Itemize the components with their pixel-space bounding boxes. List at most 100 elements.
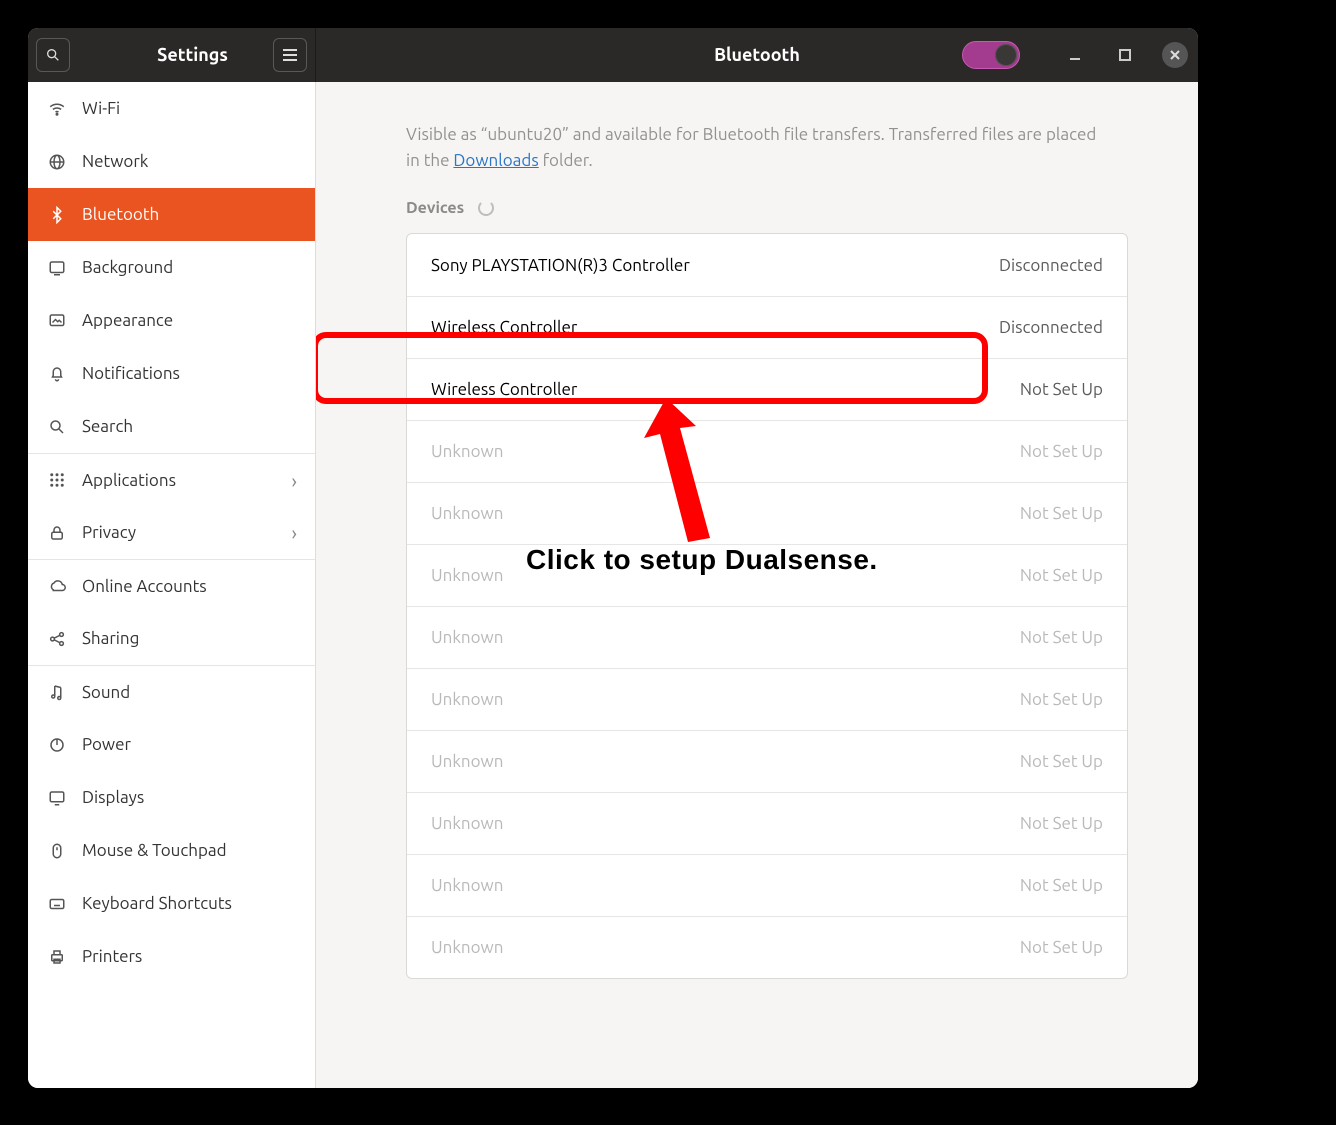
device-name: Unknown — [431, 504, 503, 523]
device-name: Unknown — [431, 752, 503, 771]
sidebar: Wi-FiNetwork Bluetooth Background Appearanc… — [28, 82, 316, 1088]
power-icon — [46, 736, 68, 754]
titlebar: Settings Bluetooth — [28, 28, 1198, 82]
device-status: Not Set Up — [1020, 504, 1103, 523]
sidebar-item-wifi[interactable]: Wi-Fi — [28, 82, 315, 135]
settings-window: Settings Bluetooth Wi — [28, 28, 1198, 1088]
network-icon — [46, 153, 68, 171]
sidebar-item-applications[interactable]: Applications› — [28, 453, 315, 506]
search-button[interactable] — [36, 38, 70, 72]
sidebar-item-sound[interactable]: Sound — [28, 665, 315, 718]
privacy-icon — [46, 524, 68, 542]
toggle-knob — [995, 44, 1017, 66]
sidebar-item-label: Mouse & Touchpad — [82, 841, 227, 860]
device-status: Not Set Up — [1020, 566, 1103, 585]
device-row[interactable]: UnknownNot Set Up — [407, 730, 1127, 792]
device-list: Sony PLAYSTATION(R)3 Controller Disconnec… — [406, 233, 1128, 979]
info-post: folder. — [539, 151, 593, 170]
device-status: Not Set Up — [1020, 442, 1103, 461]
sidebar-item-label: Sharing — [82, 629, 139, 648]
downloads-link[interactable]: Downloads — [453, 151, 538, 170]
sidebar-item-notifications[interactable]: Notifications — [28, 347, 315, 400]
sidebar-item-background[interactable]: Background — [28, 241, 315, 294]
sidebar-item-network[interactable]: Network — [28, 135, 315, 188]
appearance-icon — [46, 312, 68, 330]
device-row[interactable]: Unknown Not Set Up — [407, 420, 1127, 482]
device-name: Unknown — [431, 566, 503, 585]
device-name: Unknown — [431, 442, 503, 461]
wifi-icon — [46, 100, 68, 118]
displays-icon — [46, 789, 68, 807]
search-icon — [45, 47, 61, 63]
sidebar-item-sharing[interactable]: Sharing — [28, 612, 315, 665]
notifications-icon — [46, 365, 68, 383]
device-status: Not Set Up — [1020, 938, 1103, 957]
device-name: Unknown — [431, 690, 503, 709]
device-row[interactable]: UnknownNot Set Up — [407, 606, 1127, 668]
sidebar-item-label: Background — [82, 258, 173, 277]
maximize-icon — [1119, 49, 1131, 61]
chevron-right-icon: › — [291, 521, 297, 544]
device-name: Unknown — [431, 876, 503, 895]
device-name: Sony PLAYSTATION(R)3 Controller — [431, 256, 690, 275]
mouse-icon — [46, 842, 68, 860]
close-icon — [1169, 49, 1181, 61]
close-button[interactable] — [1162, 42, 1188, 68]
online-accounts-icon — [46, 577, 68, 595]
sidebar-item-label: Appearance — [82, 311, 173, 330]
body: Wi-FiNetwork Bluetooth Background Appearanc… — [28, 82, 1198, 1088]
sidebar-item-label: Bluetooth — [82, 205, 159, 224]
menu-icon — [282, 48, 298, 62]
sidebar-item-bluetooth[interactable]: Bluetooth — [28, 188, 315, 241]
device-row[interactable]: Unknown Not Set Up — [407, 544, 1127, 606]
sharing-icon — [46, 630, 68, 648]
sidebar-item-power[interactable]: Power — [28, 718, 315, 771]
maximize-button[interactable] — [1112, 42, 1138, 68]
sidebar-item-online-accounts[interactable]: Online Accounts — [28, 559, 315, 612]
device-row[interactable]: Unknown Not Set Up — [407, 854, 1127, 916]
device-status: Disconnected — [999, 318, 1103, 337]
device-row[interactable]: Unknown Not Set Up — [407, 482, 1127, 544]
sidebar-item-displays[interactable]: Displays — [28, 771, 315, 824]
device-row[interactable]: Wireless ControllerDisconnected — [407, 296, 1127, 358]
devices-header: Devices — [406, 199, 1128, 217]
device-status: Not Set Up — [1020, 690, 1103, 709]
sidebar-item-privacy[interactable]: Privacy › — [28, 506, 315, 559]
minimize-button[interactable] — [1062, 42, 1088, 68]
sidebar-item-label: Sound — [82, 683, 130, 702]
applications-icon — [46, 471, 68, 489]
titlebar-left: Settings — [28, 28, 316, 82]
content: Visible as “ubuntu20” and available for … — [316, 82, 1198, 1088]
device-row[interactable]: Wireless ControllerNot Set Up — [407, 358, 1127, 420]
device-name: Unknown — [431, 938, 503, 957]
spinner-icon — [478, 200, 494, 216]
bluetooth-toggle[interactable] — [962, 41, 1020, 69]
sidebar-item-label: Privacy — [82, 523, 136, 542]
keyboard-icon — [46, 895, 68, 913]
device-status: Not Set Up — [1020, 628, 1103, 647]
device-name: Unknown — [431, 814, 503, 833]
info-pre: Visible as “ — [406, 125, 487, 144]
sidebar-item-printers[interactable]: Printers — [28, 930, 315, 983]
minimize-icon — [1069, 49, 1081, 61]
device-name: Wireless Controller — [431, 380, 577, 399]
sidebar-item-search[interactable]: Search — [28, 400, 315, 453]
device-status: Disconnected — [999, 256, 1103, 275]
menu-button[interactable] — [273, 38, 307, 72]
window-controls — [1062, 42, 1188, 68]
titlebar-right: Bluetooth — [316, 28, 1198, 82]
device-row[interactable]: Sony PLAYSTATION(R)3 Controller Disconnec… — [407, 234, 1127, 296]
printers-icon — [46, 948, 68, 966]
sound-icon — [46, 683, 68, 701]
sidebar-item-label: Applications — [82, 471, 176, 490]
sidebar-item-mouse[interactable]: Mouse & Touchpad — [28, 824, 315, 877]
hostname: ubuntu20 — [487, 125, 562, 144]
device-row[interactable]: Unknown Not Set Up — [407, 668, 1127, 730]
sidebar-item-label: Online Accounts — [82, 577, 207, 596]
device-status: Not Set Up — [1020, 876, 1103, 895]
devices-label: Devices — [406, 199, 464, 217]
sidebar-item-keyboard[interactable]: Keyboard Shortcuts — [28, 877, 315, 930]
device-row[interactable]: Unknown Not Set Up — [407, 916, 1127, 978]
device-row[interactable]: UnknownNot Set Up — [407, 792, 1127, 854]
sidebar-item-appearance[interactable]: Appearance — [28, 294, 315, 347]
